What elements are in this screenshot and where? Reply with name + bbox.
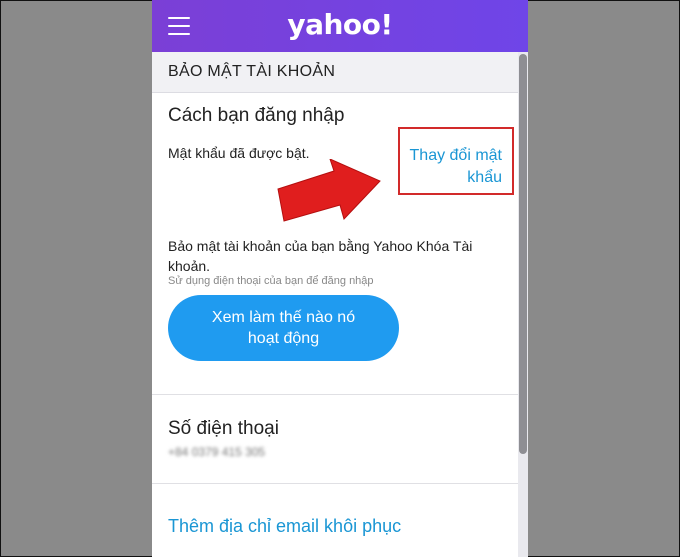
- section-header: BẢO MẬT TÀI KHOẢN: [152, 52, 518, 93]
- account-key-subtext: Sử dụng điện thoại của bạn để đăng nhập: [168, 275, 374, 287]
- account-key-description: Bảo mật tài khoản của bạn bằng Yahoo Khó…: [168, 238, 473, 274]
- mobile-screen: yahoo! BẢO MẬT TÀI KHOẢN Cách bạn đăng n…: [152, 0, 528, 557]
- how-it-works-label: Xem làm thế nào nó hoạt động: [211, 309, 356, 347]
- top-bar: yahoo!: [152, 0, 528, 52]
- page-title: BẢO MẬT TÀI KHOẢN: [168, 63, 336, 80]
- how-it-works-button[interactable]: Xem làm thế nào nó hoạt động: [168, 295, 399, 361]
- phone-number-heading: Số điện thoại: [168, 418, 279, 439]
- add-recovery-email-link[interactable]: Thêm địa chỉ email khôi phục: [168, 516, 401, 537]
- scrollbar-thumb[interactable]: [519, 54, 527, 454]
- divider: [152, 394, 518, 395]
- red-arrow-icon: [277, 159, 381, 222]
- divider: [152, 483, 518, 484]
- change-password-link[interactable]: Thay đổi mật khẩu: [400, 145, 502, 189]
- yahoo-logo: yahoo!: [287, 8, 393, 41]
- scrollbar[interactable]: [518, 52, 528, 557]
- login-method-heading: Cách bạn đăng nhập: [168, 105, 345, 126]
- phone-number-value: +84 0379 415 305: [168, 445, 266, 459]
